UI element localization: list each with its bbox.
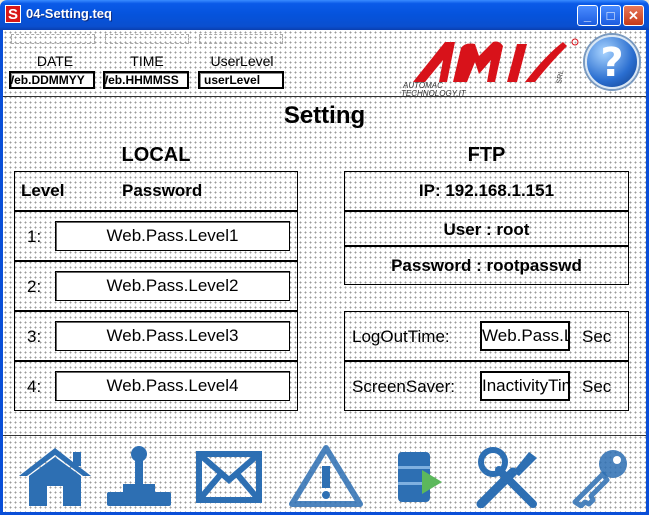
logout-time-unit: Sec (582, 327, 612, 346)
local-section-title: LOCAL (121, 144, 191, 166)
ftp-ip: IP: 192.168.1.151 (418, 181, 555, 200)
level-number: 2: (27, 277, 42, 296)
screensaver-value: InactivityTime (482, 376, 568, 395)
logout-time-row: LogOutTime: Web.Pass.Logout Sec (344, 311, 629, 361)
maximize-button[interactable]: □ (600, 5, 621, 26)
password-level2-input[interactable]: Web.Pass.Level2 (55, 271, 290, 301)
screensaver-label: ScreenSaver: (352, 377, 455, 396)
title-bar[interactable]: S 04-Setting.teq _ □ ✕ (0, 0, 649, 30)
table-row: 1: Web.Pass.Level1 (14, 211, 298, 261)
level-number: 4: (27, 377, 42, 396)
page-title: Setting (283, 102, 366, 129)
close-button[interactable]: ✕ (623, 5, 644, 26)
local-table-header: Level Password (14, 171, 298, 211)
time-field: Web.HHMMSS (103, 71, 189, 89)
app-icon: S (5, 5, 21, 23)
home-icon[interactable] (15, 444, 95, 508)
ftp-section-title: FTP (467, 144, 506, 166)
database-export-icon[interactable] (388, 444, 448, 508)
userlevel-value: userLevel (204, 73, 261, 87)
screensaver-input[interactable]: InactivityTime (480, 371, 570, 401)
joystick-icon[interactable] (103, 444, 175, 508)
userlevel-field: userLevel (198, 71, 284, 89)
logout-time-input[interactable]: Web.Pass.Logout (480, 321, 570, 351)
level-number: 3: (27, 327, 42, 346)
tools-icon[interactable] (473, 444, 545, 508)
minimize-button[interactable]: _ (577, 5, 598, 26)
time-value: Web.HHMMSS (103, 73, 179, 87)
ftp-user-row: User : root (344, 211, 629, 246)
window-title: 04-Setting.teq (26, 6, 112, 21)
date-value: Web.DDMMYY (9, 73, 85, 87)
ftp-password: Password : rootpasswd (391, 256, 582, 275)
ftp-ip-row: IP: 192.168.1.151 (344, 171, 629, 211)
placeholder-box (199, 34, 283, 44)
header-divider (3, 96, 646, 97)
placeholder-box (11, 34, 95, 44)
level-number: 1: (27, 227, 42, 246)
placeholder-box (105, 34, 189, 44)
ftp-password-row: Password : rootpasswd (344, 246, 629, 285)
logo-text-side: SRL (556, 70, 565, 85)
logout-time-value: Web.Pass.Logout (482, 326, 568, 345)
logout-time-label: LogOutTime: (352, 327, 450, 346)
screensaver-row: ScreenSaver: InactivityTime Sec (344, 361, 629, 411)
userlevel-label: UserLevel (210, 53, 274, 69)
client-area: DATE Web.DDMMYY TIME Web.HHMMSS UserLeve… (3, 30, 646, 512)
table-row: 3: Web.Pass.Level3 (14, 311, 298, 361)
footer-divider (3, 435, 646, 436)
password-level4-input[interactable]: Web.Pass.Level4 (55, 371, 290, 401)
password-column-header: Password (122, 181, 203, 200)
table-row: 4: Web.Pass.Level4 (14, 361, 298, 411)
password-level1-input[interactable]: Web.Pass.Level1 (55, 221, 290, 251)
password-level3-input[interactable]: Web.Pass.Level3 (55, 321, 290, 351)
table-row: 2: Web.Pass.Level2 (14, 261, 298, 311)
date-field: Web.DDMMYY (9, 71, 95, 89)
screensaver-unit: Sec (582, 377, 612, 396)
mail-icon[interactable] (193, 444, 265, 508)
time-label: TIME (130, 53, 164, 69)
help-button[interactable]: ? (585, 35, 639, 89)
level-column-header: Level (21, 181, 65, 200)
date-label: DATE (36, 53, 74, 69)
ftp-user: User : root (443, 220, 530, 239)
warning-icon[interactable] (288, 444, 364, 508)
key-icon[interactable] (563, 444, 635, 508)
automac-logo: AUTOMAC TECHNOLOGY.IT SRL (401, 38, 579, 98)
